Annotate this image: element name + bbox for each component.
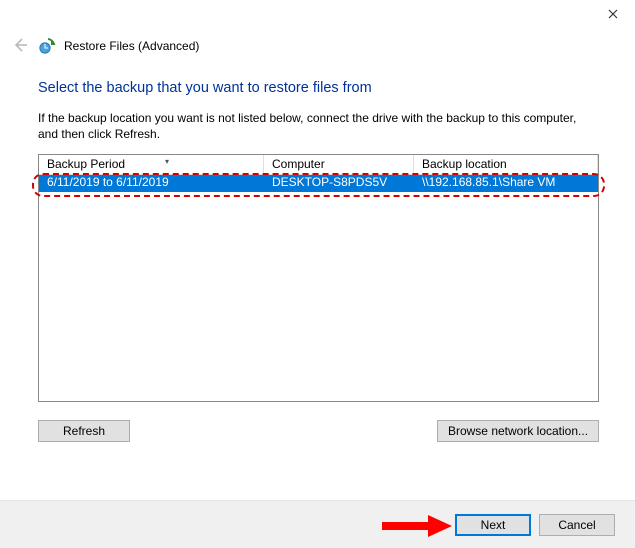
- refresh-button[interactable]: Refresh: [38, 420, 130, 442]
- column-header-location[interactable]: Backup location: [414, 155, 598, 175]
- column-header-computer[interactable]: Computer: [264, 155, 414, 175]
- column-header-period[interactable]: Backup Period ▾: [39, 155, 264, 175]
- window-header: Restore Files (Advanced): [0, 32, 635, 56]
- sort-indicator-icon: ▾: [165, 157, 169, 166]
- listview-header[interactable]: Backup Period ▾ Computer Backup location: [39, 155, 598, 175]
- cell-location: \\192.168.85.1\Share VM: [414, 175, 598, 192]
- window-title: Restore Files (Advanced): [64, 39, 199, 53]
- restore-files-icon: [38, 37, 56, 55]
- back-arrow-icon[interactable]: [10, 36, 30, 56]
- table-row[interactable]: 6/11/2019 to 6/11/2019 DESKTOP-S8PDS5V \…: [39, 175, 598, 192]
- cell-period: 6/11/2019 to 6/11/2019: [39, 175, 264, 192]
- wizard-footer: Next Cancel: [0, 500, 635, 548]
- annotation-arrow: [382, 515, 452, 537]
- cell-computer: DESKTOP-S8PDS5V: [264, 175, 414, 192]
- page-instruction: If the backup location you want is not l…: [38, 110, 599, 142]
- page-heading: Select the backup that you want to resto…: [38, 80, 599, 96]
- next-button[interactable]: Next: [455, 514, 531, 536]
- browse-network-button[interactable]: Browse network location...: [437, 420, 599, 442]
- close-button[interactable]: [590, 0, 635, 28]
- cancel-button[interactable]: Cancel: [539, 514, 615, 536]
- column-label: Backup Period: [47, 157, 125, 171]
- backup-listview[interactable]: Backup Period▾ Computer Backup location …: [38, 154, 599, 402]
